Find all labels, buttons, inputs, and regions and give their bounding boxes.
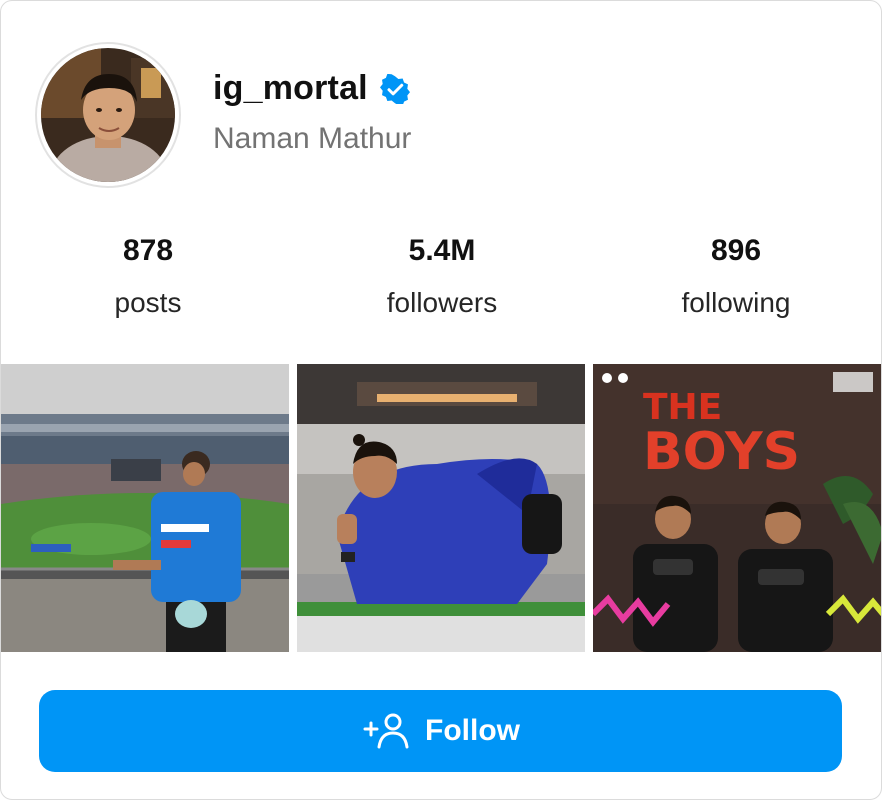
stat-followers-value: 5.4M xyxy=(408,234,476,267)
stat-posts-label: posts xyxy=(114,287,182,318)
stat-following-label: following xyxy=(681,287,791,318)
stat-following[interactable]: 896 following xyxy=(589,229,881,325)
post-thumbnail-the-boys[interactable]: THE BOYS xyxy=(593,364,881,652)
verified-badge-icon xyxy=(379,73,410,104)
post-grid: THE BOYS xyxy=(1,364,881,652)
stat-posts[interactable]: 878 posts xyxy=(1,229,295,325)
profile-hover-card: ig_mortal Naman Mathur 878 posts 5.4M fo… xyxy=(0,0,882,800)
avatar[interactable] xyxy=(35,42,181,188)
username-row: ig_mortal xyxy=(213,69,410,108)
profile-stats: 878 posts 5.4M followers 896 following xyxy=(1,229,881,329)
post-thumbnail-blanket[interactable] xyxy=(297,364,585,652)
stat-following-value: 896 xyxy=(710,234,762,267)
username[interactable]: ig_mortal xyxy=(213,69,368,108)
stat-followers-label: followers xyxy=(386,287,498,318)
stat-followers[interactable]: 5.4M followers xyxy=(295,229,589,325)
follow-button-label: Follow xyxy=(425,714,520,747)
post-overlay-text-boys: BOYS xyxy=(643,422,800,482)
follow-button[interactable]: Follow xyxy=(39,690,842,772)
avatar-image xyxy=(41,48,175,182)
post-thumbnail-stadium[interactable] xyxy=(1,364,289,652)
stat-posts-value: 878 xyxy=(122,234,174,267)
full-name: Naman Mathur xyxy=(213,122,412,155)
add-person-icon xyxy=(361,711,411,751)
